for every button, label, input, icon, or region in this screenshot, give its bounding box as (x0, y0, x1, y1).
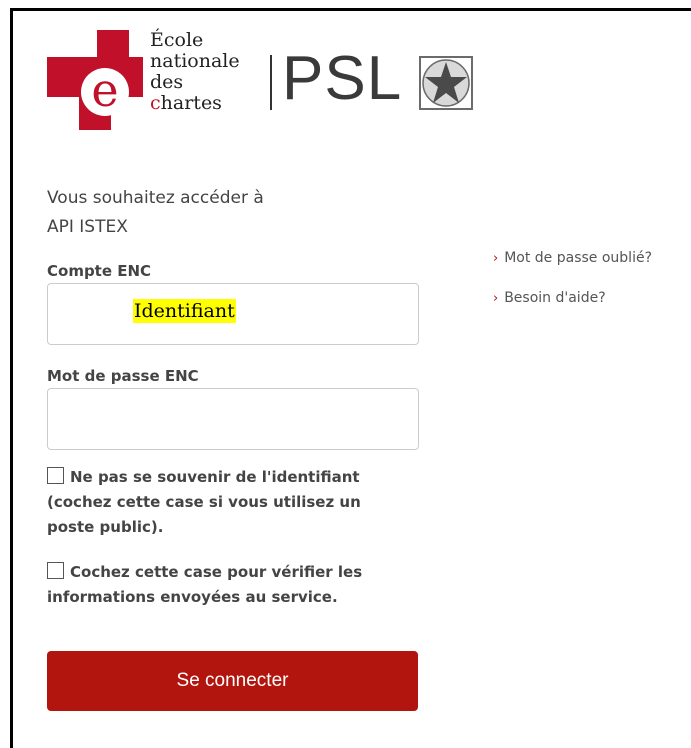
verify-option[interactable]: Cochez cette case pour vérifier les info… (47, 560, 377, 610)
verify-label[interactable]: Cochez cette case pour vérifier les info… (47, 563, 362, 606)
forgot-password-link[interactable]: › Mot de passe oublié? (493, 250, 652, 266)
logo-wordmark: École nationale des chartes (150, 30, 240, 114)
ecole-chartes-mark-icon: e (47, 30, 143, 130)
password-label: Mot de passe ENC (47, 367, 199, 385)
logo-divider (270, 55, 272, 110)
account-label: Compte ENC (47, 262, 152, 280)
logo-line-2: nationale (150, 50, 240, 72)
svg-text:e: e (91, 63, 118, 117)
forget-me-checkbox[interactable] (47, 467, 64, 484)
forget-me-label[interactable]: Ne pas se souvenir de l'identifiant (coc… (47, 468, 361, 536)
username-placeholder: Identifiant (133, 299, 236, 323)
logo-line-1: École (150, 29, 204, 51)
intro-line-1: Vous souhaitez accéder à (47, 188, 264, 208)
forgot-password-label[interactable]: Mot de passe oublié? (504, 250, 652, 266)
logo-line-4-initial: c (150, 92, 161, 114)
login-button[interactable]: Se connecter (47, 651, 418, 711)
password-input[interactable] (47, 388, 419, 450)
chevron-right-icon: › (493, 291, 499, 306)
star-icon (419, 56, 473, 110)
forget-me-option[interactable]: Ne pas se souvenir de l'identifiant (coc… (47, 465, 377, 540)
help-link[interactable]: › Besoin d'aide? (493, 290, 606, 306)
intro-text: Vous souhaitez accéder à API ISTEX (47, 184, 264, 242)
chevron-right-icon: › (493, 251, 499, 266)
logo-line-4-rest: hartes (160, 92, 222, 114)
logo-line-3: des (150, 71, 184, 93)
ecole-chartes-psl-logo[interactable]: e École nationale des chartes PSL (47, 30, 487, 140)
psl-wordmark: PSL (282, 44, 403, 113)
verify-checkbox[interactable] (47, 562, 64, 579)
intro-service-name: API ISTEX (47, 217, 128, 237)
username-input[interactable]: Identifiant (47, 283, 419, 345)
help-label[interactable]: Besoin d'aide? (504, 290, 605, 306)
logo-line-4: chartes (150, 93, 240, 114)
